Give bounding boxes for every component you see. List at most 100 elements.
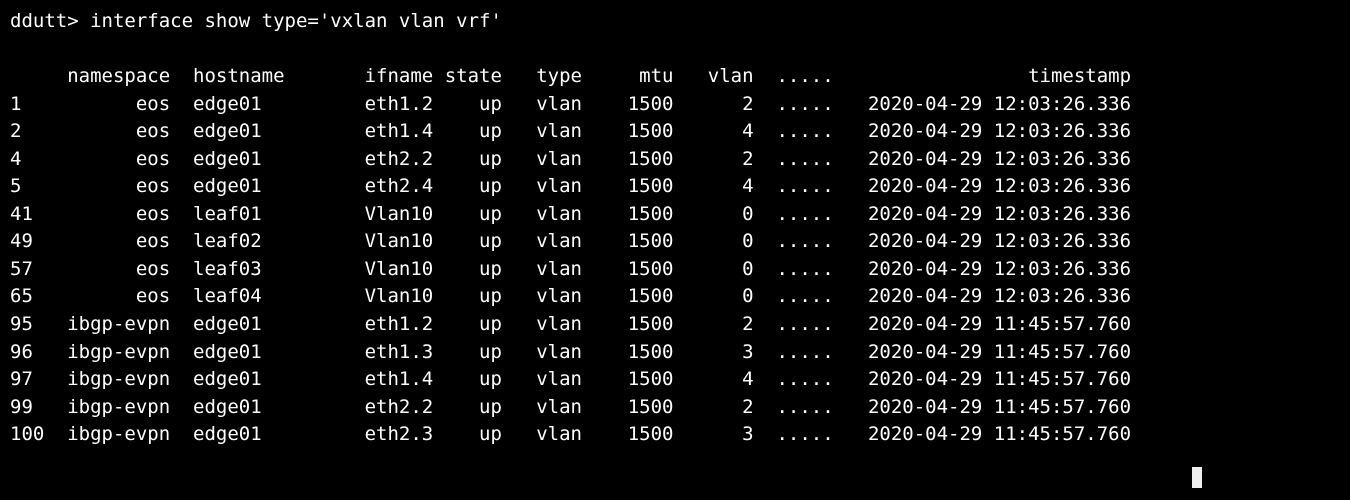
table-row: 96ibgp-evpnedge01eth1.3upvlan15003.....2… — [10, 339, 1131, 367]
cell-index: 1 — [10, 91, 67, 119]
cell-type: vlan — [536, 283, 628, 311]
cell-vlan: 0 — [708, 201, 777, 229]
cell-index: 49 — [10, 228, 67, 256]
col-header-ellipsis: ..... — [776, 63, 868, 91]
cell-timestamp: 2020-04-29 11:45:57.760 — [868, 339, 1131, 367]
cell-timestamp: 2020-04-29 11:45:57.760 — [868, 421, 1131, 449]
cell-ifname: eth2.3 — [365, 421, 445, 449]
cell-state: up — [445, 339, 537, 367]
cell-mtu: 1500 — [628, 283, 708, 311]
cell-ellipsis: ..... — [776, 256, 868, 284]
terminal-cursor — [1192, 467, 1202, 488]
table-row: 95ibgp-evpnedge01eth1.2upvlan15002.....2… — [10, 311, 1131, 339]
shell-prompt: ddutt> — [10, 10, 90, 32]
cell-ellipsis: ..... — [776, 394, 868, 422]
cell-vlan: 0 — [708, 283, 777, 311]
cell-hostname: edge01 — [193, 366, 365, 394]
cell-type: vlan — [536, 201, 628, 229]
cell-ellipsis: ..... — [776, 339, 868, 367]
cell-hostname: edge01 — [193, 146, 365, 174]
cell-namespace: ibgp-evpn — [67, 339, 193, 367]
cell-vlan: 2 — [708, 146, 777, 174]
cell-mtu: 1500 — [628, 256, 708, 284]
cell-vlan: 3 — [708, 339, 777, 367]
cell-state: up — [445, 394, 537, 422]
col-header-mtu: mtu — [628, 63, 708, 91]
cell-state: up — [445, 118, 537, 146]
table-row: 1eosedge01eth1.2upvlan15002.....2020-04-… — [10, 91, 1131, 119]
cell-state: up — [445, 311, 537, 339]
cell-namespace: eos — [67, 201, 193, 229]
cell-hostname: edge01 — [193, 311, 365, 339]
table-row: 99ibgp-evpnedge01eth2.2upvlan15002.....2… — [10, 394, 1131, 422]
cell-namespace: eos — [67, 91, 193, 119]
cell-timestamp: 2020-04-29 12:03:26.336 — [868, 91, 1131, 119]
command-text: interface show type='vxlan vlan vrf' — [90, 10, 502, 32]
cell-vlan: 2 — [708, 91, 777, 119]
cell-type: vlan — [536, 311, 628, 339]
cell-timestamp: 2020-04-29 11:45:57.760 — [868, 311, 1131, 339]
table-row: 57eosleaf03Vlan10upvlan15000.....2020-04… — [10, 256, 1131, 284]
cell-namespace: eos — [67, 256, 193, 284]
cell-mtu: 1500 — [628, 339, 708, 367]
cell-type: vlan — [536, 339, 628, 367]
cell-type: vlan — [536, 146, 628, 174]
cell-timestamp: 2020-04-29 12:03:26.336 — [868, 118, 1131, 146]
col-header-namespace: namespace — [67, 63, 193, 91]
cell-mtu: 1500 — [628, 91, 708, 119]
cell-timestamp: 2020-04-29 12:03:26.336 — [868, 256, 1131, 284]
table-row: 2eosedge01eth1.4upvlan15004.....2020-04-… — [10, 118, 1131, 146]
cell-vlan: 2 — [708, 311, 777, 339]
cell-hostname: edge01 — [193, 339, 365, 367]
cell-timestamp: 2020-04-29 12:03:26.336 — [868, 283, 1131, 311]
cell-state: up — [445, 228, 537, 256]
cell-ifname: eth1.2 — [365, 91, 445, 119]
cell-type: vlan — [536, 366, 628, 394]
cell-ellipsis: ..... — [776, 118, 868, 146]
cell-index: 2 — [10, 118, 67, 146]
cell-mtu: 1500 — [628, 173, 708, 201]
command-line[interactable]: ddutt> interface show type='vxlan vlan v… — [10, 8, 1340, 36]
cell-hostname: edge01 — [193, 394, 365, 422]
cell-timestamp: 2020-04-29 12:03:26.336 — [868, 173, 1131, 201]
cell-hostname: edge01 — [193, 421, 365, 449]
cell-index: 95 — [10, 311, 67, 339]
cell-ifname: Vlan10 — [365, 256, 445, 284]
cell-type: vlan — [536, 228, 628, 256]
cell-vlan: 3 — [708, 421, 777, 449]
cell-namespace: eos — [67, 118, 193, 146]
cell-vlan: 0 — [708, 228, 777, 256]
cell-mtu: 1500 — [628, 421, 708, 449]
cell-ifname: Vlan10 — [365, 283, 445, 311]
cell-index: 5 — [10, 173, 67, 201]
cell-index: 57 — [10, 256, 67, 284]
cell-index: 96 — [10, 339, 67, 367]
cell-ifname: eth2.2 — [365, 394, 445, 422]
cell-ifname: eth1.3 — [365, 339, 445, 367]
table-row: 65eosleaf04Vlan10upvlan15000.....2020-04… — [10, 283, 1131, 311]
col-header-vlan: vlan — [708, 63, 777, 91]
cell-namespace: eos — [67, 146, 193, 174]
table-row: 97ibgp-evpnedge01eth1.4upvlan15004.....2… — [10, 366, 1131, 394]
cell-namespace: eos — [67, 173, 193, 201]
cell-type: vlan — [536, 91, 628, 119]
cell-hostname: leaf04 — [193, 283, 365, 311]
cell-index: 65 — [10, 283, 67, 311]
cell-index: 100 — [10, 421, 67, 449]
cell-ellipsis: ..... — [776, 421, 868, 449]
table-row: 5eosedge01eth2.4upvlan15004.....2020-04-… — [10, 173, 1131, 201]
cell-type: vlan — [536, 421, 628, 449]
cell-ellipsis: ..... — [776, 228, 868, 256]
table-header-row: namespace hostname ifname state type mtu… — [10, 63, 1131, 91]
cell-hostname: edge01 — [193, 173, 365, 201]
cell-timestamp: 2020-04-29 12:03:26.336 — [868, 146, 1131, 174]
cell-namespace: ibgp-evpn — [67, 366, 193, 394]
cell-state: up — [445, 173, 537, 201]
cell-hostname: leaf03 — [193, 256, 365, 284]
cell-mtu: 1500 — [628, 146, 708, 174]
cell-vlan: 2 — [708, 394, 777, 422]
cell-ellipsis: ..... — [776, 311, 868, 339]
cell-mtu: 1500 — [628, 394, 708, 422]
cell-mtu: 1500 — [628, 201, 708, 229]
table-row: 4eosedge01eth2.2upvlan15002.....2020-04-… — [10, 146, 1131, 174]
